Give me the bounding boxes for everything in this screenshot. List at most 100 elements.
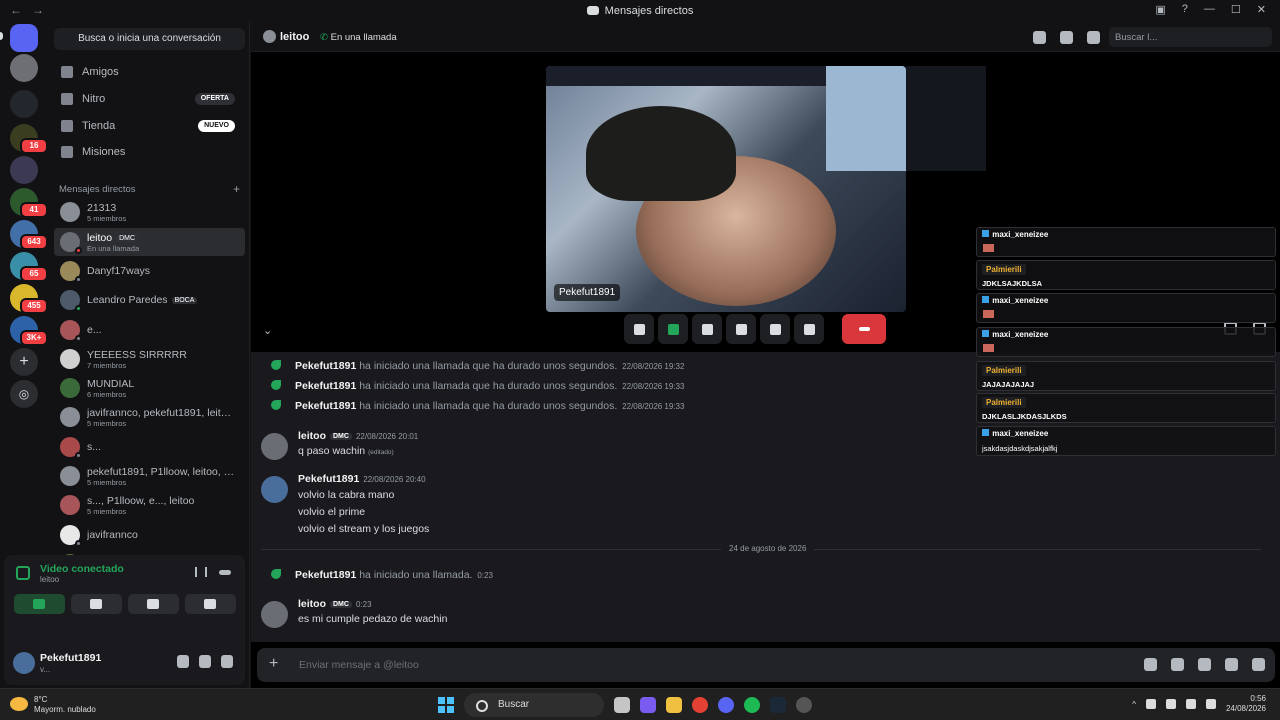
soundboard-icon <box>204 599 216 609</box>
dm-item[interactable]: Danyf17ways <box>54 257 245 285</box>
chrome-icon[interactable] <box>692 697 708 713</box>
activities-button[interactable] <box>128 594 179 614</box>
apps-icon[interactable] <box>1252 658 1265 671</box>
system-user[interactable]: Pekefut1891 <box>295 569 356 581</box>
settings-gear-icon[interactable] <box>221 655 233 668</box>
system-user[interactable]: Pekefut1891 <box>295 360 356 372</box>
headphones-icon[interactable] <box>199 655 211 668</box>
dm-item[interactable]: s..., P1lloow, e..., leitoo 5 miembros <box>54 491 245 519</box>
home-button[interactable] <box>10 24 38 52</box>
add-friends-icon[interactable] <box>1060 31 1073 44</box>
camera-toggle-button[interactable] <box>658 314 688 344</box>
dm-search-input[interactable]: Busca o inicia una conversación <box>54 28 245 50</box>
dm-item[interactable]: pekefut1891, P1lloow, leitoo, e... 5 miem… <box>54 462 245 490</box>
system-user[interactable]: Pekefut1891 <box>295 400 356 412</box>
hang-up-button[interactable] <box>842 314 886 344</box>
mute-button[interactable] <box>624 314 654 344</box>
soundboard-button[interactable] <box>760 314 790 344</box>
tray-overflow-icon[interactable]: ^ <box>1132 700 1136 709</box>
user-profile-icon[interactable] <box>1087 31 1100 44</box>
sticker-icon[interactable] <box>1198 658 1211 671</box>
weather-widget[interactable]: 8°C Mayorm. nublado <box>10 695 96 715</box>
file-explorer-icon[interactable] <box>666 697 682 713</box>
dm-item[interactable]: YEEEESS SIRRRRR 7 miembros <box>54 345 245 373</box>
avatar <box>60 437 82 459</box>
sound-off-icon[interactable] <box>1145 699 1156 709</box>
header-name[interactable]: leitoo <box>280 31 309 43</box>
avatar[interactable] <box>261 433 288 460</box>
steam-icon[interactable] <box>770 697 786 713</box>
signal-icon[interactable] <box>16 566 30 580</box>
dm-item[interactable]: javifrannco <box>54 521 245 549</box>
minimize-button[interactable]: — <box>1204 3 1215 16</box>
voice-status: Video conectado <box>40 563 124 575</box>
copilot-icon[interactable] <box>640 697 656 713</box>
discord-taskbar-icon[interactable] <box>718 697 734 713</box>
pin-icon[interactable] <box>1033 31 1046 44</box>
author-name[interactable]: leitoo <box>298 598 326 610</box>
dm-item-leitoo[interactable]: leitoo DMC En una llamada <box>54 228 245 256</box>
noise-suppression-icon[interactable] <box>195 567 207 577</box>
camera-button[interactable] <box>14 594 65 614</box>
system-user[interactable]: Pekefut1891 <box>295 380 356 392</box>
avatar[interactable] <box>261 476 288 503</box>
more-options-button[interactable] <box>794 314 824 344</box>
dm-item[interactable]: MUNDIAL 6 miembros <box>54 374 245 402</box>
dm-item[interactable]: Leandro Paredes BOCA <box>54 286 245 314</box>
nav-quests[interactable]: Misiones <box>54 140 245 164</box>
discover-icon[interactable]: ◎ <box>10 380 38 408</box>
settings-app-icon[interactable] <box>796 697 812 713</box>
microphone-icon[interactable] <box>1165 699 1176 709</box>
video-stream[interactable]: Pekefut1891 <box>546 66 906 312</box>
gif-icon[interactable] <box>1171 658 1184 671</box>
dm-item[interactable]: e... <box>54 316 245 344</box>
dm-item[interactable]: 21313 5 miembros <box>54 198 245 226</box>
user-name[interactable]: Pekefut1891 <box>40 652 101 664</box>
nav-shop[interactable]: Tienda NUEVO <box>54 114 245 138</box>
start-icon[interactable] <box>438 697 454 713</box>
task-view-icon[interactable] <box>614 697 630 713</box>
volume-icon[interactable] <box>1205 699 1216 709</box>
dm-item[interactable]: javifrannco, pekefut1891, leitoo,... 5 mi… <box>54 403 245 431</box>
header-search-input[interactable]: Buscar l... <box>1109 27 1272 47</box>
activities-button[interactable] <box>726 314 756 344</box>
friends-icon <box>61 66 73 78</box>
server-icon[interactable] <box>10 90 38 118</box>
soundboard-button[interactable] <box>185 594 236 614</box>
maximize-button[interactable]: ☐ <box>1231 3 1241 16</box>
close-button[interactable]: ✕ <box>1257 3 1266 16</box>
clock-time: 0:56 <box>1250 694 1266 703</box>
unread-badge: 455 <box>20 298 48 314</box>
chevron-down-icon[interactable]: ⌄ <box>263 324 272 337</box>
taskbar-search[interactable]: Buscar <box>464 693 604 717</box>
nav-friends[interactable]: Amigos <box>54 60 245 84</box>
screen-share-button[interactable] <box>692 314 722 344</box>
attach-plus-icon[interactable]: + <box>269 655 278 673</box>
disconnect-icon[interactable] <box>219 570 231 575</box>
inbox-icon[interactable]: ▣ <box>1155 3 1165 16</box>
help-icon[interactable]: ? <box>1182 3 1188 16</box>
clock[interactable]: 0:56 24/08/2026 <box>1226 694 1266 714</box>
screen-share-button[interactable] <box>71 594 122 614</box>
author-name[interactable]: leitoo <box>298 430 326 442</box>
server-icon[interactable] <box>10 54 38 82</box>
dm-name: Danyf17ways <box>87 265 151 277</box>
dm-name: Leandro Paredes BOCA <box>87 294 198 306</box>
nitro-icon <box>61 93 73 105</box>
overlay-message: maxi_xeneizee jsakdasjdaskdjsakjalfkj <box>976 426 1276 456</box>
server-icon[interactable] <box>10 156 38 184</box>
emoji-icon[interactable] <box>1225 658 1238 671</box>
spotify-icon[interactable] <box>744 697 760 713</box>
add-server-icon[interactable]: + <box>10 348 38 376</box>
author-name[interactable]: Pekefut1891 <box>298 473 359 485</box>
avatar[interactable] <box>261 601 288 628</box>
microphone-icon[interactable] <box>177 655 189 668</box>
message-input[interactable]: Enviar mensaje a @leitoo <box>299 659 419 671</box>
create-dm-button[interactable]: + <box>233 182 240 196</box>
voice-channel[interactable]: leitoo <box>40 575 59 584</box>
gift-icon[interactable] <box>1144 658 1157 671</box>
dm-item[interactable]: s... <box>54 433 245 461</box>
network-icon[interactable] <box>1185 699 1196 709</box>
user-avatar[interactable] <box>13 652 35 674</box>
nav-nitro[interactable]: Nitro OFERTA <box>54 87 245 111</box>
